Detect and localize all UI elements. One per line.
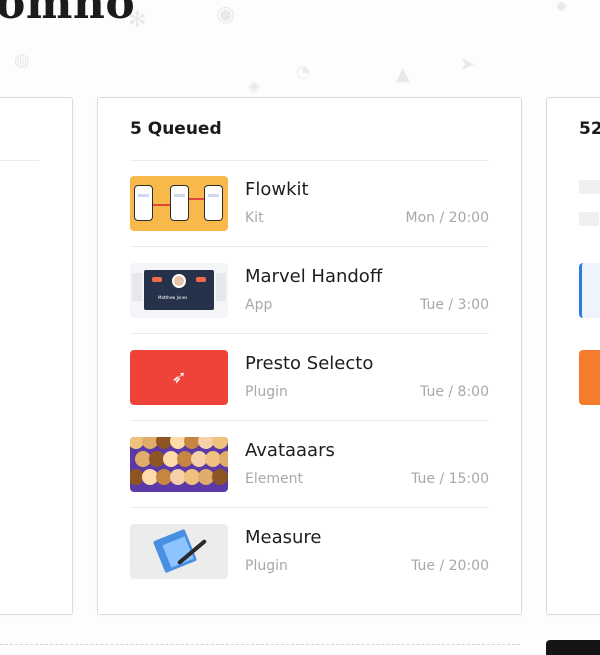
background-pattern-icon: ◔: [296, 62, 310, 81]
right-card-title: 52: [579, 119, 600, 139]
item-type: Plugin: [245, 384, 288, 400]
sidebar-mockup: [216, 273, 226, 301]
background-pattern-icon: ◆: [556, 0, 567, 14]
avatar-face-icon: [219, 451, 228, 467]
cursor-icon: ➶: [171, 366, 187, 388]
right-column-card: 52: [546, 97, 600, 615]
dashboard-thumbnail-icon: [579, 263, 600, 318]
item-name: Presto Selecto: [245, 353, 374, 374]
item-name: Measure: [245, 527, 322, 548]
orange-thumbnail-icon: [579, 350, 600, 405]
item-name: Flowkit: [245, 179, 309, 200]
marvel-handoff-thumbnail-icon: Matthew Jones: [130, 263, 228, 318]
queue-item-flowkit[interactable]: Flowkit Kit Mon / 20:00: [130, 160, 489, 247]
page-title: omno: [0, 0, 136, 29]
phone-mockup: [204, 185, 223, 221]
sidebar-mockup: [132, 273, 142, 301]
measure-thumbnail-icon: [130, 524, 228, 579]
item-schedule: Mon / 20:00: [405, 210, 489, 226]
item-schedule: Tue / 3:00: [420, 297, 489, 313]
flow-connector: [153, 204, 170, 206]
background-pattern-icon: ◈: [248, 76, 261, 95]
item-name: Marvel Handoff: [245, 266, 383, 287]
background-pattern-icon: ◉: [216, 2, 236, 27]
left-column-card: [0, 97, 73, 615]
item-type: Kit: [245, 210, 264, 226]
tag-mockup: [152, 277, 162, 282]
background-pattern-icon: ◍: [14, 50, 30, 71]
avataaars-thumbnail-icon: [130, 437, 228, 492]
item-schedule: Tue / 20:00: [411, 558, 489, 574]
presto-selecto-thumbnail-icon: ➶: [130, 350, 228, 405]
item-schedule: Tue / 15:00: [411, 471, 489, 487]
item-type: Plugin: [245, 558, 288, 574]
queue-item-measure[interactable]: Measure Plugin Tue / 20:00: [130, 508, 489, 595]
item-name: Avataaars: [245, 440, 335, 461]
item-type: App: [245, 297, 273, 313]
queued-card: 5 Queued Flowkit Kit Mon / 20:00 Matthew…: [97, 97, 522, 615]
flowkit-thumbnail-icon: [130, 176, 228, 231]
thumbnail-caption: Matthew Jones: [158, 295, 188, 300]
background-pattern-icon: ▲: [396, 64, 410, 85]
queued-card-title: 5 Queued: [130, 119, 222, 139]
avatar: [172, 274, 186, 288]
dropzone-border: [0, 644, 520, 645]
background-pattern-icon: ➤: [460, 54, 476, 75]
avatar-face-icon: [212, 469, 228, 485]
flow-connector: [189, 198, 204, 200]
placeholder-thumbnail: [579, 180, 600, 194]
avatar-face-icon: [212, 437, 228, 449]
page: ✻ ◉ ◍ ◈ ◔ ▲ ➤ ◆ omno 5 Queued Flowkit Ki…: [0, 0, 600, 655]
item-schedule: Tue / 8:00: [420, 384, 489, 400]
queue-item-marvel-handoff[interactable]: Matthew Jones Marvel Handoff App Tue / 3…: [130, 247, 489, 334]
tag-mockup: [196, 277, 206, 282]
item-type: Element: [245, 471, 303, 487]
queue-item-presto-selecto[interactable]: ➶ Presto Selecto Plugin Tue / 8:00: [130, 334, 489, 421]
phone-mockup: [170, 185, 189, 221]
queue-item-avataaars[interactable]: Avataaars Element Tue / 15:00: [130, 421, 489, 508]
card-divider: [0, 160, 39, 161]
phone-mockup: [134, 185, 153, 221]
placeholder-thumbnail: [579, 212, 599, 226]
dark-button[interactable]: [546, 640, 600, 655]
